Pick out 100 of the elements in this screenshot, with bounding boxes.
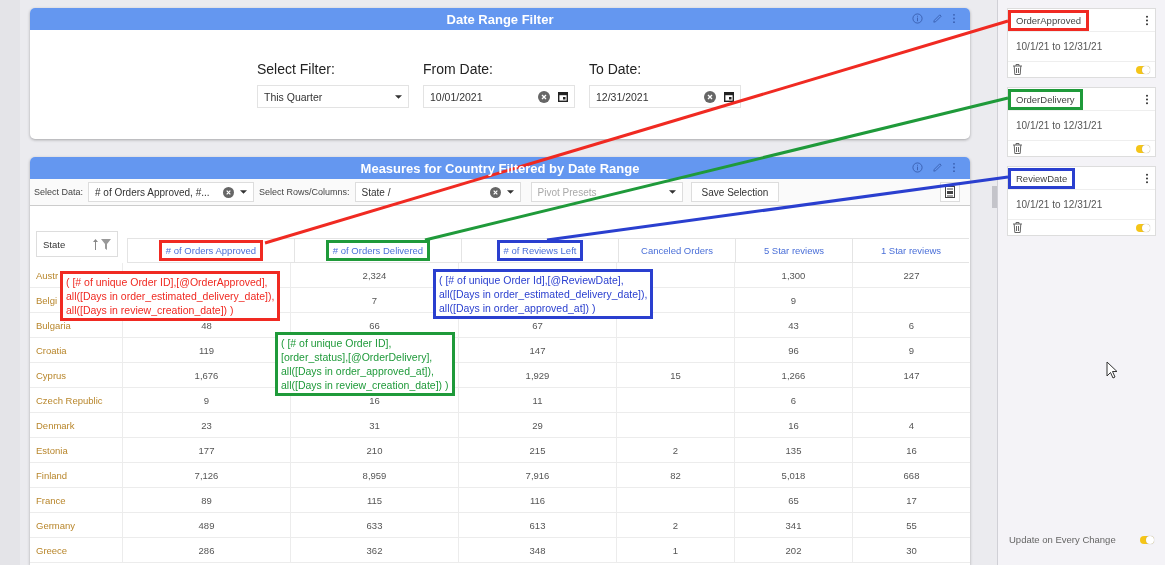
table-cell: 23	[201, 419, 212, 431]
table-cell: 115	[366, 494, 383, 506]
caret-icon	[240, 190, 248, 194]
table-cell: 135	[785, 444, 802, 456]
calendar-icon[interactable]	[724, 91, 734, 102]
column-header[interactable]: # of Orders Approved	[127, 238, 294, 263]
state-field-button[interactable]: State	[36, 231, 118, 257]
table-cell: 202	[785, 544, 802, 556]
table-cell: 48	[201, 319, 212, 331]
trash-icon[interactable]	[1013, 64, 1022, 75]
table-cell: 30	[906, 544, 917, 556]
more-icon[interactable]	[1145, 14, 1149, 26]
table-cell: 29	[532, 419, 543, 431]
clear-icon[interactable]	[223, 186, 235, 198]
save-selection-button[interactable]: Save Selection	[690, 182, 780, 202]
column-header[interactable]: 1 Star reviews	[852, 238, 969, 263]
table-cell: 613	[529, 519, 546, 531]
state-cell: Estonia	[36, 444, 68, 456]
clear-icon[interactable]	[489, 186, 501, 198]
table-cell: 9	[203, 394, 210, 406]
table-cell: 55	[906, 519, 917, 531]
spreadsheet-icon	[945, 186, 955, 198]
table-cell: 6	[908, 319, 915, 331]
table-cell: 2,324	[362, 269, 387, 281]
table-cell: 341	[785, 519, 802, 531]
date-range-text: 10/1/21 to 12/31/21	[1016, 120, 1103, 131]
clear-icon[interactable]	[704, 90, 716, 103]
table-cell: 147	[529, 344, 546, 356]
calendar-icon[interactable]	[558, 91, 568, 102]
table-cell: 227	[903, 269, 920, 281]
table-cell: 147	[903, 369, 920, 381]
filter-icon[interactable]	[101, 238, 111, 250]
highlighted-header-label: # of Orders Delivered	[325, 240, 431, 261]
state-cell: Greece	[36, 544, 68, 556]
resize-handle[interactable]	[992, 185, 997, 208]
date-range-text: 10/1/21 to 12/31/21	[1016, 199, 1103, 210]
sort-icon[interactable]	[93, 238, 98, 250]
column-header[interactable]: # of Reviews Left	[461, 238, 618, 263]
toggle-switch[interactable]	[1136, 65, 1150, 74]
rows-columns-dropdown[interactable]: State /	[354, 182, 521, 202]
state-cell: Belgi	[36, 294, 58, 306]
formula-annotation: ( [# of unique Order Id],[@ReviewDate], all([Days in order_estimated_delivery_date]), all([Days in order_approved_at]) )	[433, 269, 654, 319]
table-cell: 89	[201, 494, 212, 506]
table-cell: 116	[529, 494, 546, 506]
table-cell: 96	[788, 344, 799, 356]
table-cell: 177	[198, 444, 215, 456]
panel-title: Date Range Filter	[446, 11, 554, 27]
table-cell: 668	[903, 469, 920, 481]
more-icon[interactable]	[1145, 93, 1149, 105]
date-field[interactable]: 10/01/2021	[423, 85, 575, 108]
rows-columns-label: Select Rows/Columns:	[259, 187, 350, 197]
table-cell: 348	[529, 544, 546, 556]
column-header[interactable]: Canceled Orders	[618, 238, 735, 263]
table-cell: 1,266	[781, 369, 806, 381]
table-cell: 43	[788, 319, 799, 331]
select-data-label: Select Data:	[34, 187, 84, 197]
filter-name: OrderApproved	[1008, 9, 1089, 31]
table-cell: 16	[369, 394, 380, 406]
table-cell: 1	[672, 544, 679, 556]
table-cell: 7,916	[525, 469, 550, 481]
table-cell: 1,300	[781, 269, 806, 281]
state-cell: Croatia	[36, 344, 67, 356]
date-field[interactable]: 12/31/2021	[589, 85, 741, 108]
table-cell: 215	[529, 444, 546, 456]
toggle-switch[interactable]	[1136, 223, 1150, 232]
formula-annotation: ( [# of unique Order ID],[@OrderApproved], all([Days in order_estimated_delivery_date]), all([Days in review_creation_date]) )	[60, 271, 281, 321]
highlighted-header-label: # of Orders Approved	[158, 240, 264, 261]
state-cell: Austr	[36, 269, 59, 281]
field-label: Select Filter:	[257, 61, 336, 77]
state-cell: France	[36, 494, 66, 506]
table-cell: 11	[532, 394, 543, 406]
table-cell: 15	[670, 369, 681, 381]
table-cell: 1,929	[525, 369, 550, 381]
highlighted-header-label: # of Reviews Left	[496, 240, 584, 261]
toggle-switch[interactable]	[1136, 144, 1150, 153]
more-icon[interactable]	[1145, 172, 1149, 184]
table-cell: 67	[532, 319, 543, 331]
table-cell: 286	[198, 544, 215, 556]
filter-dropdown[interactable]: This Quarter	[257, 85, 409, 108]
table-cell: 31	[369, 419, 380, 431]
table-cell: 17	[906, 494, 917, 506]
toggle-switch[interactable]	[1140, 535, 1154, 544]
column-header[interactable]: 5 Star reviews	[735, 238, 852, 263]
column-header[interactable]: # of Orders Delivered	[294, 238, 461, 263]
table-cell: 65	[788, 494, 799, 506]
table-cell: 16	[906, 444, 917, 456]
table-cell: 4	[908, 419, 915, 431]
table-cell: 362	[366, 544, 383, 556]
table-cell: 5,018	[781, 469, 806, 481]
table-cell: 119	[198, 344, 215, 356]
table-cell: 489	[198, 519, 215, 531]
table-cell: 9	[790, 294, 797, 306]
field-label: From Date:	[423, 61, 494, 77]
trash-icon[interactable]	[1013, 222, 1022, 233]
select-data-dropdown[interactable]: # of Orders Approved, #...	[88, 182, 255, 202]
clear-icon[interactable]	[538, 90, 550, 103]
formula-annotation: ( [# of unique Order ID], [order_status],[@OrderDelivery], all([Days in order_approved_at]), all([Days in review_creation_date]) )	[275, 332, 455, 396]
trash-icon[interactable]	[1013, 143, 1022, 154]
state-cell: Cyprus	[36, 369, 67, 381]
mouse-cursor-icon	[1106, 361, 1118, 379]
